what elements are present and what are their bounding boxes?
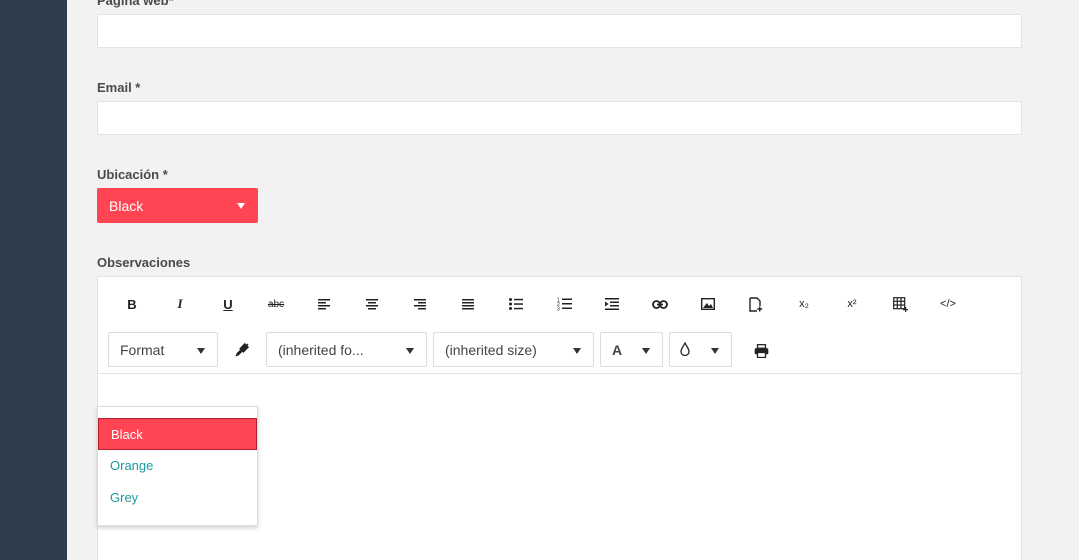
font-size-value: (inherited size) (445, 342, 537, 358)
align-left-icon[interactable] (312, 295, 336, 313)
website-input[interactable] (97, 14, 1022, 48)
location-select[interactable]: Black (97, 188, 258, 223)
text-color-dropdown[interactable]: A (600, 332, 663, 367)
caret-down-icon (573, 348, 581, 354)
file-add-icon[interactable] (744, 295, 768, 313)
location-dropdown-menu: Black Orange Grey (97, 406, 258, 526)
indent-icon[interactable] (600, 295, 624, 313)
menu-option-orange[interactable]: Orange (98, 450, 257, 482)
background-color-dropdown[interactable] (669, 332, 732, 367)
website-label: Página web* (97, 0, 174, 8)
align-justify-icon[interactable] (456, 295, 480, 313)
font-family-dropdown[interactable]: (inherited fo... (266, 332, 427, 367)
table-icon[interactable] (888, 295, 912, 313)
caret-down-icon (711, 348, 719, 354)
sidebar (0, 0, 67, 560)
caret-down-icon (237, 203, 245, 209)
editor-toolbar: B I U abc 123 x₂ x² </> Format (inherite… (98, 277, 1021, 374)
location-select-value: Black (109, 198, 144, 214)
bold-icon[interactable]: B (120, 295, 144, 313)
caret-down-icon (406, 348, 414, 354)
location-label: Ubicación * (97, 167, 168, 182)
subscript-icon[interactable]: x₂ (792, 295, 816, 313)
email-label: Email * (97, 80, 141, 95)
superscript-icon[interactable]: x² (840, 295, 864, 313)
code-view-icon[interactable]: </> (936, 295, 960, 313)
svg-text:3: 3 (557, 307, 560, 312)
align-center-icon[interactable] (360, 295, 384, 313)
clear-format-icon[interactable] (230, 341, 254, 359)
link-icon[interactable] (648, 295, 672, 313)
menu-option-grey[interactable]: Grey (98, 482, 257, 514)
font-size-dropdown[interactable]: (inherited size) (433, 332, 594, 367)
italic-icon[interactable]: I (168, 295, 192, 313)
notes-label: Observaciones (97, 255, 191, 270)
unordered-list-icon[interactable] (504, 295, 528, 313)
format-dropdown[interactable]: Format (108, 332, 218, 367)
image-icon[interactable] (696, 295, 720, 313)
strikethrough-icon[interactable]: abc (264, 295, 288, 313)
email-input[interactable] (97, 101, 1022, 135)
align-right-icon[interactable] (408, 295, 432, 313)
text-color-icon: A (612, 342, 623, 358)
ordered-list-icon[interactable]: 123 (552, 295, 576, 313)
form-container: Página web* Email * Ubicación * Black Ob… (97, 0, 1022, 560)
droplet-icon (680, 341, 690, 359)
print-icon[interactable] (749, 342, 773, 360)
format-dropdown-label: Format (120, 342, 165, 358)
menu-option-black[interactable]: Black (98, 418, 257, 450)
caret-down-icon (197, 348, 205, 354)
underline-icon[interactable]: U (216, 295, 240, 313)
caret-down-icon (642, 348, 650, 354)
font-family-value: (inherited fo... (278, 342, 364, 358)
